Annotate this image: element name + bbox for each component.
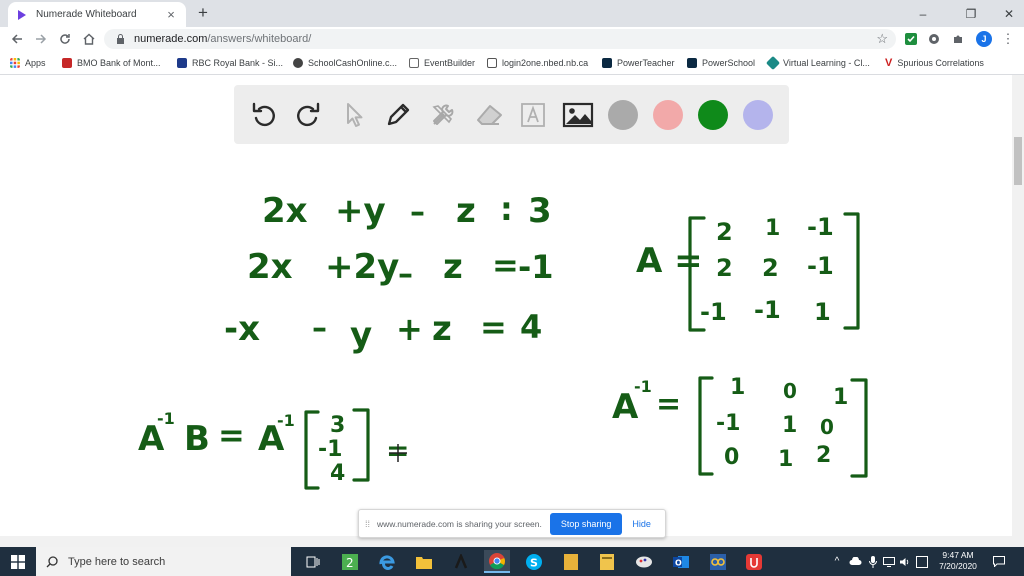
share-message: www.numerade.com is sharing your screen. bbox=[377, 518, 542, 529]
middle-equals: = bbox=[218, 416, 245, 454]
lhs-exponent: -1 bbox=[157, 409, 175, 428]
notifications-icon[interactable] bbox=[990, 547, 1008, 576]
app-red-icon[interactable] bbox=[741, 550, 767, 573]
scrollbar-thumb[interactable] bbox=[1014, 137, 1022, 185]
matrix-ainv-r2c3: 0 bbox=[820, 415, 834, 439]
matrix-ainv-equals: = bbox=[656, 387, 681, 422]
lhs-b: B bbox=[184, 419, 210, 459]
eq2-term-2y: +2y bbox=[325, 247, 399, 287]
matrix-a-label: A = bbox=[636, 241, 703, 281]
tray-microphone-icon[interactable] bbox=[866, 547, 880, 576]
app-blue-icon[interactable] bbox=[705, 550, 731, 573]
tray-language-icon[interactable] bbox=[914, 547, 930, 576]
vector-b-r1: 3 bbox=[330, 413, 345, 438]
drag-handle-icon[interactable]: ⁞⁞ bbox=[365, 519, 373, 529]
matrix-a-r1c2: 1 bbox=[765, 216, 780, 241]
matrix-ainv-exponent: -1 bbox=[634, 377, 652, 396]
matrix-ainv-r3c2: 1 bbox=[778, 447, 793, 472]
vector-b-right-bracket bbox=[352, 408, 370, 482]
eq1-term-2x: 2x bbox=[262, 191, 308, 231]
eq2-term-2x: 2x bbox=[247, 247, 293, 287]
eq1-rhs: 3 bbox=[528, 191, 552, 231]
taskbar-search-box[interactable]: Type here to search bbox=[36, 547, 291, 576]
tray-volume-icon[interactable] bbox=[898, 547, 912, 576]
eq1-minus: – bbox=[410, 195, 425, 230]
tray-cloud-icon[interactable] bbox=[847, 547, 863, 576]
eq3-minus: – bbox=[312, 311, 327, 346]
outlook-icon[interactable]: O bbox=[668, 550, 694, 573]
eq3-equals: = bbox=[480, 308, 507, 346]
start-windows-icon[interactable] bbox=[0, 547, 36, 576]
matrix-ainv-r1c2: 0 bbox=[783, 379, 797, 403]
matrix-a-r2c2: 2 bbox=[762, 254, 779, 282]
tray-network-icon[interactable] bbox=[882, 547, 896, 576]
eq2-rhs: -1 bbox=[518, 248, 554, 286]
matrix-a-right-bracket bbox=[843, 212, 860, 330]
matrix-ainv-r2c1: -1 bbox=[716, 411, 740, 436]
matrix-a-r2c1: 2 bbox=[716, 254, 733, 282]
matrix-ainv-r3c3: 2 bbox=[816, 443, 831, 468]
tray-chevron-icon[interactable]: ^ bbox=[830, 547, 844, 576]
clock-date: 7/20/2020 bbox=[939, 561, 977, 571]
eq2-term-z: z bbox=[443, 247, 463, 287]
matrix-ainv-r1c3: 1 bbox=[833, 385, 848, 410]
app-green-icon[interactable]: 2 bbox=[337, 550, 363, 573]
eq3-term-z: z bbox=[432, 309, 452, 349]
matrix-a-r2c3: -1 bbox=[807, 252, 834, 280]
eq1-equals: : bbox=[500, 190, 513, 228]
search-icon bbox=[46, 555, 58, 567]
eq1-term-y: +y bbox=[335, 191, 386, 231]
app-folder-icon[interactable] bbox=[594, 550, 620, 573]
taskbar-clock[interactable]: 9:47 AM 7/20/2020 bbox=[932, 550, 984, 572]
app-dark-icon[interactable] bbox=[448, 550, 474, 573]
screen-share-bar: ⁞⁞ www.numerade.com is sharing your scre… bbox=[358, 509, 666, 538]
matrix-ainv-right-bracket bbox=[850, 378, 868, 478]
whiteboard-canvas[interactable]: 2x +y – z : 3 2x +2y – z = -1 -x – y + z… bbox=[0, 0, 1012, 536]
eq2-minus: – bbox=[398, 257, 413, 292]
eq1-term-z: z bbox=[456, 191, 476, 231]
app-paint-icon[interactable] bbox=[631, 550, 657, 573]
matrix-ainv-r1c1: 1 bbox=[730, 375, 745, 400]
skype-icon[interactable]: S bbox=[521, 550, 547, 573]
clock-time: 9:47 AM bbox=[942, 550, 974, 560]
matrix-ainv-r3c1: 0 bbox=[724, 445, 739, 470]
edge-icon[interactable] bbox=[374, 550, 400, 573]
app-yellow-icon[interactable] bbox=[558, 550, 584, 573]
matrix-a-r3c1: -1 bbox=[700, 298, 727, 326]
rhs-exponent: -1 bbox=[277, 411, 295, 430]
vector-b-r3: 4 bbox=[330, 461, 345, 486]
eq3-plus: + bbox=[396, 310, 423, 348]
chrome-icon[interactable] bbox=[484, 550, 510, 573]
svg-text:2: 2 bbox=[346, 556, 354, 570]
task-view-icon[interactable] bbox=[300, 550, 326, 573]
vertical-scrollbar[interactable] bbox=[1012, 75, 1024, 536]
matrix-a-r1c1: 2 bbox=[716, 218, 733, 246]
svg-text:O: O bbox=[675, 558, 682, 567]
vector-b-r2: -1 bbox=[318, 437, 342, 462]
svg-text:S: S bbox=[530, 556, 538, 569]
taskbar-search-placeholder: Type here to search bbox=[68, 555, 166, 568]
windows-taskbar: Type here to search 2 S O ^ 9:47 AM 7/20… bbox=[0, 547, 1024, 576]
hide-button[interactable]: Hide bbox=[632, 519, 651, 529]
matrix-ainv-left-bracket bbox=[698, 376, 714, 476]
matrix-a-r3c2: -1 bbox=[754, 296, 781, 324]
eq2-equals: = bbox=[492, 246, 519, 284]
stop-sharing-button[interactable]: Stop sharing bbox=[549, 512, 623, 535]
matrix-ainv-r2c2: 1 bbox=[782, 413, 797, 438]
eq3-rhs: 4 bbox=[520, 308, 542, 346]
eq3-term-y: y bbox=[350, 315, 372, 355]
vector-b-left-bracket bbox=[304, 410, 320, 490]
screen: Numerade Whiteboard × + – ❐ ✕ numerade.c… bbox=[0, 0, 1024, 576]
matrix-a-r3c3: 1 bbox=[814, 298, 831, 326]
matrix-a-r1c3: -1 bbox=[807, 213, 834, 241]
eq3-term-x: -x bbox=[224, 309, 260, 349]
file-explorer-icon[interactable] bbox=[411, 550, 437, 573]
